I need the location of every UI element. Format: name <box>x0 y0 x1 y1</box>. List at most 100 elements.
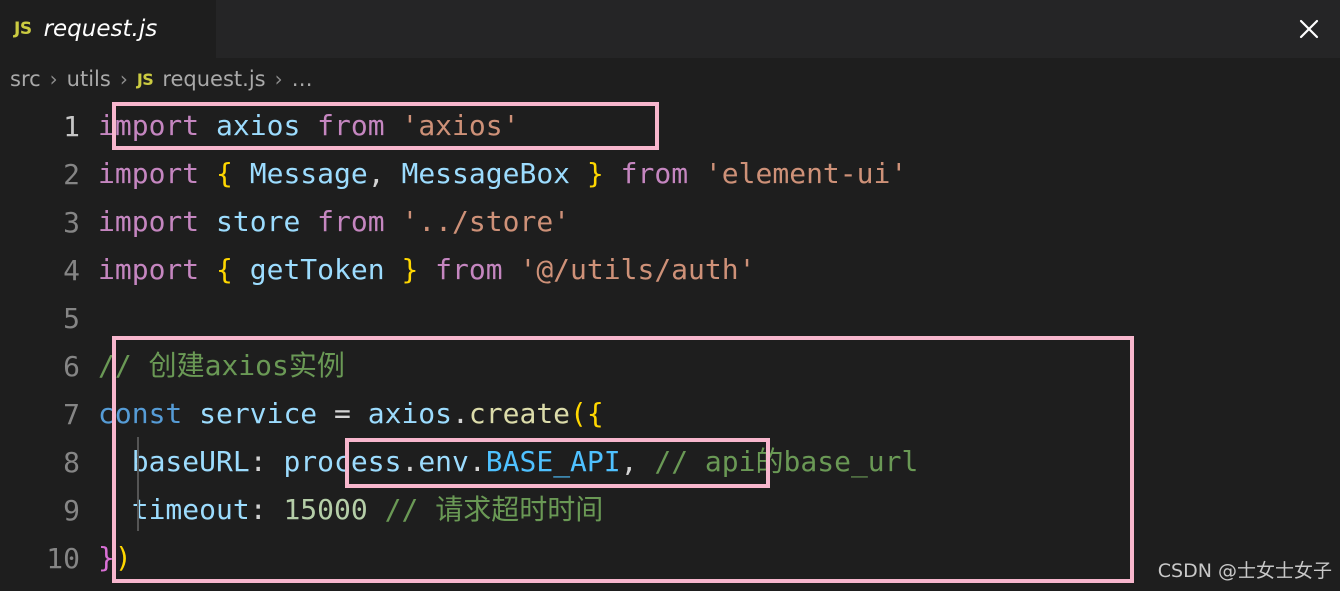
code-token: const <box>98 397 200 430</box>
code-token: { <box>216 253 250 286</box>
code-token: import <box>98 109 217 142</box>
code-token: create <box>468 397 571 430</box>
code-line[interactable]: 2 import { Message, MessageBox } from 'el… <box>0 150 1340 198</box>
code-token: BASE_API <box>485 445 621 478</box>
code-text: import { getToken } from '@/utils/auth' <box>98 256 755 284</box>
code-token: import <box>98 253 217 286</box>
code-line[interactable]: 5 <box>0 294 1340 342</box>
indent-guide <box>137 437 139 531</box>
code-token: api <box>704 445 756 478</box>
code-token: process <box>283 445 402 478</box>
code-line[interactable]: 10}) <box>0 534 1340 582</box>
code-token: ( <box>570 397 587 430</box>
code-token: 'axios' <box>401 109 520 142</box>
tab-bar: JS request.js <box>0 0 1340 58</box>
code-token: getToken <box>249 253 402 286</box>
code-token: { <box>216 157 250 190</box>
code-token: store <box>216 205 318 238</box>
js-file-icon: JS <box>136 69 154 89</box>
code-token: 15000 <box>283 493 368 526</box>
code-token: : <box>249 445 284 478</box>
line-number: 5 <box>63 301 80 335</box>
code-token: from <box>317 109 402 142</box>
code-token: . <box>452 397 469 430</box>
line-number: 8 <box>63 445 80 479</box>
code-token: } <box>586 157 621 190</box>
line-number: 4 <box>63 253 80 287</box>
code-line[interactable]: 8 baseURL: process.env.BASE_API, // api的… <box>0 438 1340 486</box>
code-line[interactable]: 9 timeout: 15000 // 请求超时时间 <box>0 486 1340 534</box>
line-number: 6 <box>63 349 80 383</box>
code-token: , <box>367 157 402 190</box>
code-line[interactable]: 3 import store from '../store' <box>0 198 1340 246</box>
chevron-right-icon: › <box>49 67 58 91</box>
line-number: 1 <box>63 109 80 143</box>
code-token: import <box>98 205 217 238</box>
code-token: Message <box>249 157 368 190</box>
code-token: ) <box>114 541 132 574</box>
code-text: import store from '../store' <box>98 208 570 236</box>
breadcrumb-item-symbols[interactable]: … <box>292 67 313 91</box>
code-text: import { Message, MessageBox } from 'ele… <box>98 160 907 188</box>
code-token: } <box>401 253 436 286</box>
line-number: 2 <box>63 157 80 191</box>
code-token: // <box>367 493 436 526</box>
code-token: axios <box>204 349 289 382</box>
line-number: 9 <box>63 493 80 527</box>
code-token: env <box>418 445 469 478</box>
line-number: 7 <box>63 397 80 431</box>
js-file-icon: JS <box>14 19 32 39</box>
code-token: axios <box>216 109 318 142</box>
code-token: baseURL <box>131 445 250 478</box>
code-token: . <box>468 445 486 478</box>
code-token: from <box>435 253 520 286</box>
code-token: { <box>586 397 604 430</box>
code-text: import axios from 'axios' <box>98 112 519 140</box>
code-token: MessageBox <box>401 157 587 190</box>
code-token: : <box>249 493 284 526</box>
code-token: 'element-ui' <box>704 157 908 190</box>
tab-label: request.js <box>43 16 158 42</box>
code-token: from <box>317 205 402 238</box>
close-icon[interactable] <box>1298 18 1320 40</box>
code-text: const service = axios.create({ <box>98 400 604 428</box>
breadcrumb-item-request-js[interactable]: request.js <box>162 67 265 91</box>
code-token: 创建 <box>148 349 205 382</box>
code-token: from <box>620 157 705 190</box>
code-text: }) <box>98 544 132 572</box>
code-token: import <box>98 157 217 190</box>
code-token: // <box>637 445 705 478</box>
code-token: '@/utils/auth' <box>519 253 756 286</box>
breadcrumb: src › utils › JS request.js › … <box>0 58 1340 100</box>
code-token: 请求超时时间 <box>435 493 604 526</box>
code-token: timeout <box>131 493 250 526</box>
chevron-right-icon: › <box>119 67 128 91</box>
code-line[interactable]: 4 import { getToken } from '@/utils/auth' <box>0 246 1340 294</box>
code-line[interactable]: 6 // 创建axios实例 <box>0 342 1340 390</box>
code-token: 实例 <box>288 349 345 382</box>
code-text: baseURL: process.env.BASE_API, // api的ba… <box>98 445 919 478</box>
breadcrumb-item-utils[interactable]: utils <box>67 67 111 91</box>
code-token: service <box>199 397 335 430</box>
code-token: axios <box>367 397 453 430</box>
editor-tab-request-js[interactable]: JS request.js <box>0 0 216 58</box>
line-number: 10 <box>46 541 80 575</box>
breadcrumb-item-src[interactable]: src <box>10 67 41 91</box>
watermark: CSDN @士女士女子 <box>1157 560 1332 582</box>
line-number: 3 <box>63 205 80 239</box>
code-text: // 创建axios实例 <box>98 352 345 380</box>
code-text: timeout: 15000 // 请求超时时间 <box>98 496 603 524</box>
code-token: , <box>620 445 638 478</box>
code-editor[interactable]: 1 import axios from 'axios' 2 import { Mess… <box>0 100 1340 591</box>
chevron-right-icon: › <box>274 67 283 91</box>
code-token: 的 <box>755 445 784 478</box>
code-token: = <box>334 397 368 430</box>
code-token: // <box>98 349 149 382</box>
code-token: . <box>401 445 419 478</box>
code-token: '../store' <box>401 205 571 238</box>
code-line[interactable]: 1 import axios from 'axios' <box>0 102 1340 150</box>
code-token: base_url <box>783 445 919 478</box>
code-line[interactable]: 7 const service = axios.create({ <box>0 390 1340 438</box>
code-token: } <box>98 541 115 574</box>
